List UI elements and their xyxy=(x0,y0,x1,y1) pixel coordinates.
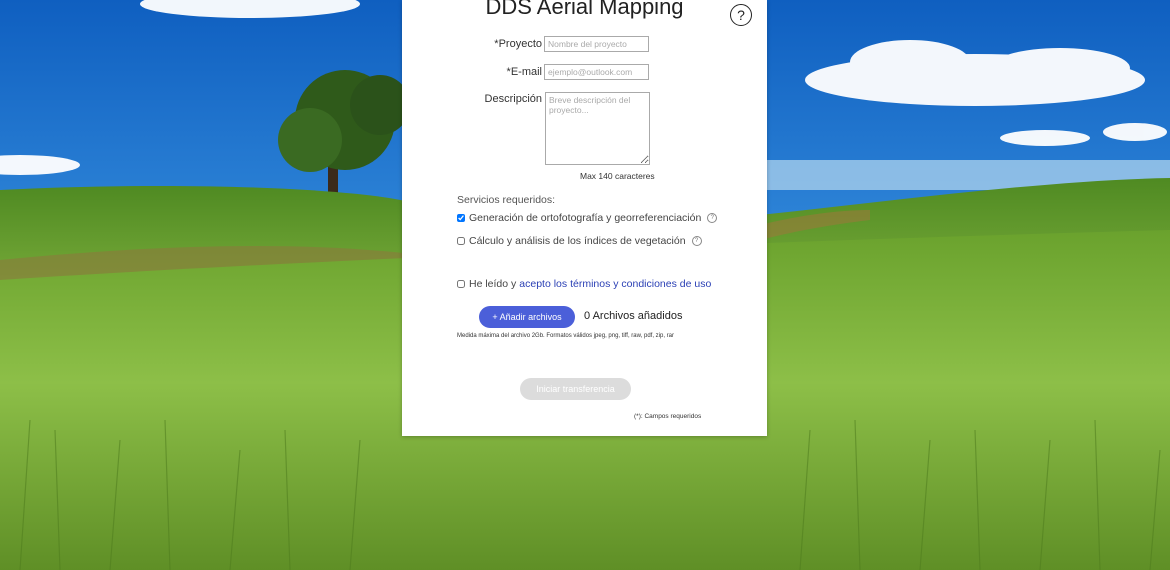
vegetation-label: Cálculo y análisis de los índices de veg… xyxy=(469,235,686,247)
description-label: Descripción xyxy=(484,93,542,105)
orthophoto-checkbox[interactable] xyxy=(457,214,465,222)
project-label: *Proyecto xyxy=(494,38,542,50)
terms-checkbox[interactable] xyxy=(457,280,465,288)
services-heading: Servicios requeridos: xyxy=(457,194,556,206)
file-size-note: Medida máxima del archivo 2Gb. Formatos … xyxy=(457,333,674,339)
orthophoto-help-icon[interactable]: ? xyxy=(707,213,718,223)
terms-prefix: He leído y xyxy=(469,278,517,290)
upload-form-card: DDS Aerial Mapping ? *Proyecto *E-mail D… xyxy=(402,0,767,436)
vegetation-help-icon[interactable]: ? xyxy=(691,236,702,246)
terms-row[interactable]: He leído y acepto los términos y condici… xyxy=(457,278,711,290)
description-textarea[interactable] xyxy=(545,92,650,165)
orthophoto-label: Generación de ortofotografía y georrefer… xyxy=(469,212,702,224)
terms-link[interactable]: acepto los términos y condiciones de uso xyxy=(519,278,711,290)
email-label: *E-mail xyxy=(506,66,542,78)
help-icon[interactable]: ? xyxy=(730,4,752,26)
email-input[interactable] xyxy=(544,64,649,80)
service-item-vegetation[interactable]: Cálculo y análisis de los índices de veg… xyxy=(457,235,702,247)
description-max-hint: Max 140 caracteres xyxy=(580,171,655,181)
start-transfer-button[interactable]: Iniciar transferencia xyxy=(520,378,631,400)
vegetation-checkbox[interactable] xyxy=(457,237,465,245)
files-count: 0 Archivos añadidos xyxy=(584,310,683,322)
service-item-orthophoto[interactable]: Generación de ortofotografía y georrefer… xyxy=(457,212,718,224)
add-files-button[interactable]: + Añadir archivos xyxy=(479,306,575,328)
required-fields-note: (*): Campos requeridos xyxy=(634,413,702,420)
project-input[interactable] xyxy=(544,36,649,52)
page-title: DDS Aerial Mapping xyxy=(485,0,684,19)
